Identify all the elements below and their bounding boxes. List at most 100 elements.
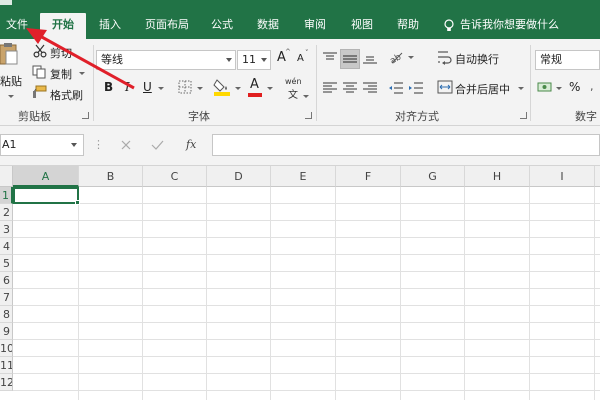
gridline <box>13 237 600 238</box>
currency-icon[interactable] <box>537 79 553 95</box>
row-header-10[interactable]: 10 <box>0 340 13 357</box>
row-header-8[interactable]: 8 <box>0 306 13 323</box>
merge-center-label[interactable]: 合并后居中 <box>455 81 510 97</box>
increase-indent-icon[interactable] <box>408 81 424 95</box>
row-header-6[interactable]: 6 <box>0 272 13 289</box>
row-header-4[interactable]: 4 <box>0 238 13 255</box>
gridline <box>594 187 595 400</box>
row-header-3[interactable]: 3 <box>0 221 13 238</box>
font-color-icon[interactable]: A <box>250 77 259 92</box>
column-header-b[interactable]: B <box>79 166 143 187</box>
formula-bar-grip-icon: ⋮ <box>93 138 104 151</box>
align-left-icon[interactable] <box>322 81 338 95</box>
border-icon[interactable] <box>178 80 192 94</box>
column-header-g[interactable]: G <box>401 166 465 187</box>
orientation-icon[interactable]: ab <box>388 49 406 65</box>
tab-review[interactable]: 审阅 <box>297 13 333 39</box>
underline-button[interactable]: U <box>143 80 152 94</box>
underline-dropdown-icon[interactable] <box>158 87 164 90</box>
fill-handle[interactable] <box>75 200 80 205</box>
align-top-icon[interactable] <box>322 50 338 66</box>
tab-page-layout[interactable]: 页面布局 <box>136 13 198 39</box>
column-header-e[interactable]: E <box>271 166 336 187</box>
font-name-select[interactable]: 等线 <box>96 50 236 70</box>
decrease-indent-icon[interactable] <box>388 81 404 95</box>
tab-formulas[interactable]: 公式 <box>204 13 240 39</box>
tab-home[interactable]: 开始 <box>40 13 86 39</box>
wrap-text-label[interactable]: 自动换行 <box>455 51 499 67</box>
phonetic-guide-icon[interactable]: wén <box>285 77 302 86</box>
column-header-partial[interactable] <box>595 166 600 187</box>
chevron-down-icon[interactable] <box>71 143 77 147</box>
font-color-dropdown-icon[interactable] <box>267 87 273 90</box>
merge-center-dropdown-icon[interactable] <box>518 87 524 90</box>
row-header-5[interactable]: 5 <box>0 255 13 272</box>
insert-function-icon[interactable]: fx <box>186 138 196 151</box>
enter-icon[interactable] <box>151 139 164 151</box>
phonetic-dropdown-icon[interactable] <box>303 95 309 98</box>
copy-icon[interactable] <box>32 65 46 79</box>
font-dialog-launcher-icon[interactable] <box>305 112 312 119</box>
gridline <box>270 187 271 400</box>
paste-label[interactable]: 粘贴 <box>0 73 22 89</box>
cut-label[interactable]: 剪切 <box>50 45 72 61</box>
row-header-1[interactable]: 1 <box>0 187 13 204</box>
alignment-dialog-launcher-icon[interactable] <box>520 112 527 119</box>
percent-button[interactable]: % <box>569 80 580 94</box>
formula-input[interactable] <box>212 134 600 156</box>
format-painter-label[interactable]: 格式刷 <box>50 87 83 103</box>
paste-icon[interactable] <box>0 43 18 65</box>
copy-label[interactable]: 复制 <box>50 66 72 82</box>
tell-me-label: 告诉我你想要做什么 <box>460 18 559 31</box>
orientation-dropdown-icon[interactable] <box>408 56 414 59</box>
cancel-icon[interactable] <box>120 139 132 151</box>
column-header-i[interactable]: I <box>530 166 595 187</box>
column-header-h[interactable]: H <box>465 166 530 187</box>
name-box[interactable]: A1 <box>0 134 84 156</box>
column-header-c[interactable]: C <box>143 166 207 187</box>
row-header-11[interactable]: 11 <box>0 357 13 374</box>
number-group-label: 数字 <box>575 110 597 123</box>
tab-data[interactable]: 数据 <box>250 13 286 39</box>
tab-help[interactable]: 帮助 <box>390 13 426 39</box>
scissors-icon[interactable] <box>33 44 47 58</box>
tab-file[interactable]: 文件 <box>0 13 34 39</box>
fill-color-icon[interactable] <box>213 77 231 97</box>
grow-caret-icon: ^ <box>285 48 291 56</box>
copy-dropdown-icon[interactable] <box>79 72 85 75</box>
format-painter-icon[interactable] <box>31 85 47 99</box>
merge-center-icon[interactable] <box>437 79 453 95</box>
tell-me-search[interactable]: 告诉我你想要做什么 <box>444 13 559 37</box>
number-format-select[interactable]: 常规 <box>535 50 600 70</box>
column-header-f[interactable]: F <box>336 166 401 187</box>
row-header-12[interactable]: 12 <box>0 374 13 391</box>
align-bottom-icon[interactable] <box>362 50 378 66</box>
tab-view[interactable]: 视图 <box>344 13 380 39</box>
paste-dropdown-icon[interactable] <box>8 95 14 98</box>
fill-color-dropdown-icon[interactable] <box>235 87 241 90</box>
active-cell-a1[interactable] <box>13 187 79 204</box>
tab-insert[interactable]: 插入 <box>92 13 128 39</box>
bold-button[interactable]: B <box>104 80 113 94</box>
worksheet-grid[interactable]: A B C D E F G H I 1 2 3 4 5 6 7 8 9 10 1… <box>0 166 600 400</box>
column-header-a[interactable]: A <box>13 166 79 187</box>
italic-button[interactable]: I <box>125 80 130 94</box>
row-header-7[interactable]: 7 <box>0 289 13 306</box>
column-header-d[interactable]: D <box>207 166 271 187</box>
chevron-down-icon <box>261 58 267 62</box>
align-right-icon[interactable] <box>362 81 378 95</box>
row-header-9[interactable]: 9 <box>0 323 13 340</box>
currency-dropdown-icon[interactable] <box>556 87 562 90</box>
select-all-corner[interactable] <box>0 166 13 187</box>
gridline <box>206 187 207 400</box>
align-middle-icon[interactable] <box>340 49 360 69</box>
clipboard-dialog-launcher-icon[interactable] <box>82 112 89 119</box>
border-dropdown-icon[interactable] <box>197 87 203 90</box>
wrap-text-icon[interactable] <box>437 49 453 65</box>
font-size-select[interactable]: 11 <box>237 50 271 70</box>
comma-style-icon[interactable]: , <box>590 80 594 93</box>
gridline <box>13 288 600 289</box>
decrease-font-size-icon[interactable]: A <box>297 53 304 64</box>
row-header-2[interactable]: 2 <box>0 204 13 221</box>
align-center-icon[interactable] <box>342 81 358 95</box>
